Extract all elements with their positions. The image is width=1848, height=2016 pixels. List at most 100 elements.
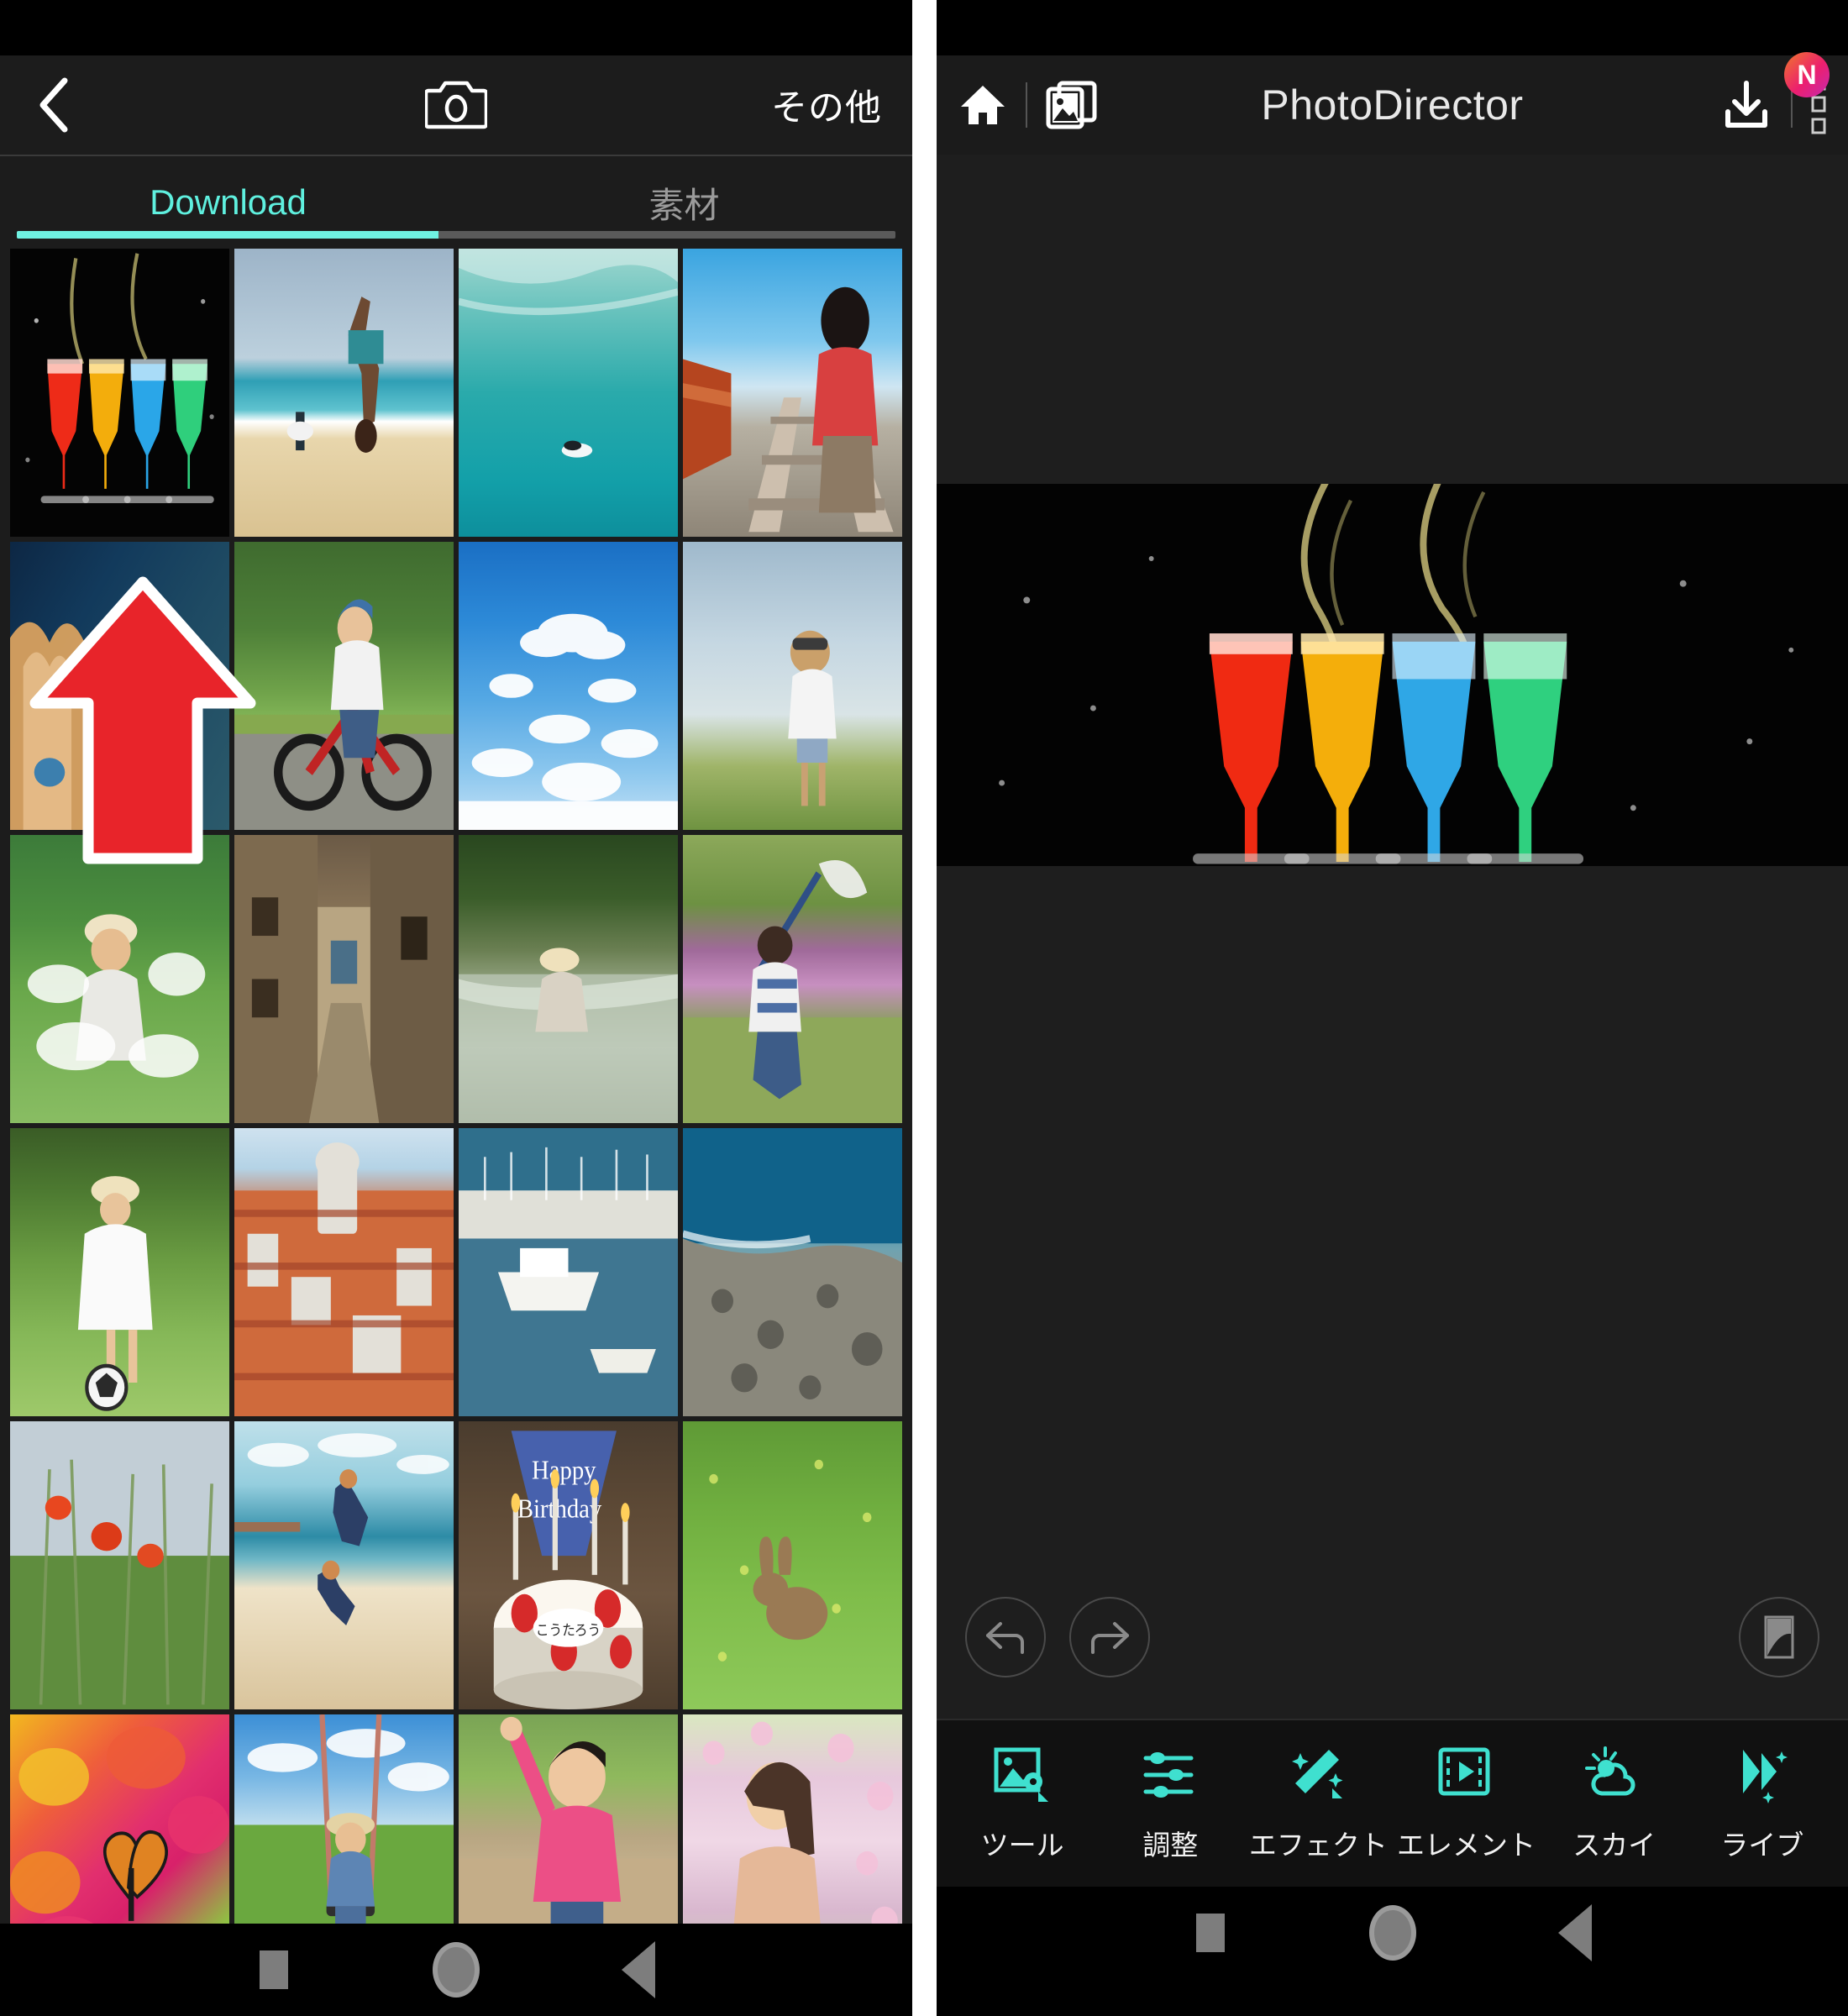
dual-screenshot-root: その他 Download 素材 Happy Birthday こうたろう Pho…	[0, 0, 1848, 2016]
sliders-icon	[1139, 1745, 1201, 1811]
tab-material[interactable]: 素材	[456, 177, 912, 228]
toolbar-item-4[interactable]: エレメント	[1397, 1745, 1536, 1863]
nav-recents-button-2[interactable]	[1119, 1914, 1301, 1952]
download-icon	[1725, 81, 1767, 128]
photo-grid-item[interactable]	[10, 835, 229, 1123]
toolbar-item-2[interactable]: 調整	[1107, 1745, 1233, 1863]
right-android-navbar	[937, 1887, 1848, 1979]
download-button[interactable]	[1720, 80, 1772, 130]
boy-with-butterfly-net	[683, 835, 902, 1123]
chevron-left-icon	[39, 77, 68, 133]
beach-handstand	[234, 249, 454, 537]
toolbar-item-1[interactable]: ツール	[959, 1745, 1085, 1863]
photo-grid-item[interactable]	[683, 249, 902, 537]
nav-back-button[interactable]	[548, 1941, 730, 1998]
photo-grid-item[interactable]	[683, 835, 902, 1123]
photo-grid-item[interactable]	[683, 1421, 902, 1709]
girl-on-bicycle	[234, 542, 454, 830]
back-button[interactable]	[17, 55, 92, 155]
child-water-splash	[10, 835, 229, 1123]
rocky-coast-aerial	[683, 1128, 902, 1416]
svg-text:こうたろう: こうたろう	[536, 1623, 601, 1639]
home-icon	[961, 86, 1005, 124]
rabbit-on-grass	[683, 1421, 902, 1709]
photo-grid-item[interactable]	[683, 1128, 902, 1416]
aerial-surfer	[459, 249, 678, 537]
photo-grid-item[interactable]	[10, 249, 229, 537]
photo-grid-item[interactable]	[234, 835, 454, 1123]
photo-grid-item[interactable]	[459, 249, 678, 537]
right-status-bar	[937, 0, 1848, 55]
toolbar-item-label: 調整	[1142, 1829, 1199, 1861]
photo-grid-item[interactable]	[459, 835, 678, 1123]
overflow-menu-button[interactable]: N	[1784, 52, 1830, 136]
tab-scroll-indicator[interactable]	[17, 231, 895, 239]
square-icon	[1195, 1914, 1225, 1952]
toolbar-item-label: スカイ	[1572, 1829, 1656, 1861]
more-button[interactable]: その他	[771, 55, 882, 155]
photo-grid-item[interactable]: Happy Birthday こうたろう	[459, 1421, 678, 1709]
birthday-cake-candles: Happy Birthday こうたろう	[459, 1421, 678, 1709]
topbar-right-group: N	[1720, 52, 1830, 136]
undo-button[interactable]	[965, 1597, 1046, 1677]
nav-recents-button[interactable]	[182, 1950, 365, 1989]
topbar-divider-1	[1026, 82, 1027, 128]
dubrovnik-rooftops	[234, 1128, 454, 1416]
toolbar-item-5[interactable]: スカイ	[1551, 1745, 1677, 1863]
edited-photo[interactable]	[937, 484, 1848, 866]
camera-button[interactable]	[423, 77, 489, 134]
backpacker-railway	[683, 249, 902, 537]
toolbar-item-label: ツール	[980, 1829, 1064, 1861]
blue-sky-clouds	[459, 542, 678, 830]
harbor-boats	[459, 1128, 678, 1416]
photo-grid-item[interactable]	[234, 249, 454, 537]
toolbar-item-3[interactable]: エフェクト	[1249, 1745, 1388, 1863]
toolbar-item-6[interactable]: ライブ	[1699, 1745, 1825, 1863]
triangle-back-icon	[1557, 1904, 1592, 1961]
tab-download[interactable]: Download	[0, 182, 456, 223]
editor-canvas	[937, 155, 1848, 1719]
left-android-navbar	[0, 1924, 912, 2016]
photo-grid-item[interactable]	[459, 542, 678, 830]
coral-reef-fish	[10, 542, 229, 830]
toolbar-item-label: エレメント	[1397, 1829, 1536, 1861]
photo-grid: Happy Birthday こうたろう	[0, 249, 912, 2016]
live-play-icon	[1731, 1745, 1793, 1811]
left-status-bar	[0, 0, 912, 55]
toolbar-item-label: エフェクト	[1248, 1829, 1388, 1861]
redo-button[interactable]	[1069, 1597, 1150, 1677]
image-settings-icon	[991, 1745, 1053, 1811]
woman-at-river	[459, 835, 678, 1123]
nav-home-button[interactable]	[365, 1942, 547, 1998]
magic-wand-icon	[1287, 1745, 1349, 1811]
photo-grid-item[interactable]	[459, 1128, 678, 1416]
photo-grid-item[interactable]	[10, 1421, 229, 1709]
cocktail-glasses-splash	[10, 249, 229, 537]
svg-text:Birthday: Birthday	[517, 1494, 601, 1524]
old-stone-village-street	[234, 835, 454, 1123]
compare-before-after-icon	[1764, 1615, 1794, 1659]
new-badge: N	[1784, 52, 1830, 97]
left-tab-bar: Download 素材	[0, 156, 912, 249]
photo-grid-item[interactable]	[234, 1128, 454, 1416]
girl-binoculars-field	[683, 542, 902, 830]
element-frame-icon	[1436, 1745, 1498, 1811]
girl-soccer-ball-lawn	[10, 1128, 229, 1416]
panel-separator	[912, 0, 937, 2016]
editor-toolbar: ツール 調整 エフェクト エレメント スカイ ライブ	[937, 1719, 1848, 1887]
compare-button[interactable]	[1739, 1597, 1819, 1677]
photo-library-button[interactable]	[1046, 81, 1098, 129]
history-controls	[937, 1591, 1848, 1683]
right-top-bar: PhotoDirector N	[937, 52, 1848, 155]
poppies-meadow	[10, 1421, 229, 1709]
photo-library-icon	[1046, 81, 1097, 129]
toolbar-item-label: ライブ	[1720, 1829, 1804, 1861]
photo-grid-item[interactable]	[234, 542, 454, 830]
photo-grid-item[interactable]	[10, 1128, 229, 1416]
nav-home-button-2[interactable]	[1301, 1905, 1483, 1961]
nav-back-button-2[interactable]	[1483, 1904, 1666, 1961]
photo-grid-item[interactable]	[234, 1421, 454, 1709]
home-button[interactable]	[958, 81, 1007, 129]
photo-grid-item[interactable]	[683, 542, 902, 830]
photo-grid-item[interactable]	[10, 542, 229, 830]
